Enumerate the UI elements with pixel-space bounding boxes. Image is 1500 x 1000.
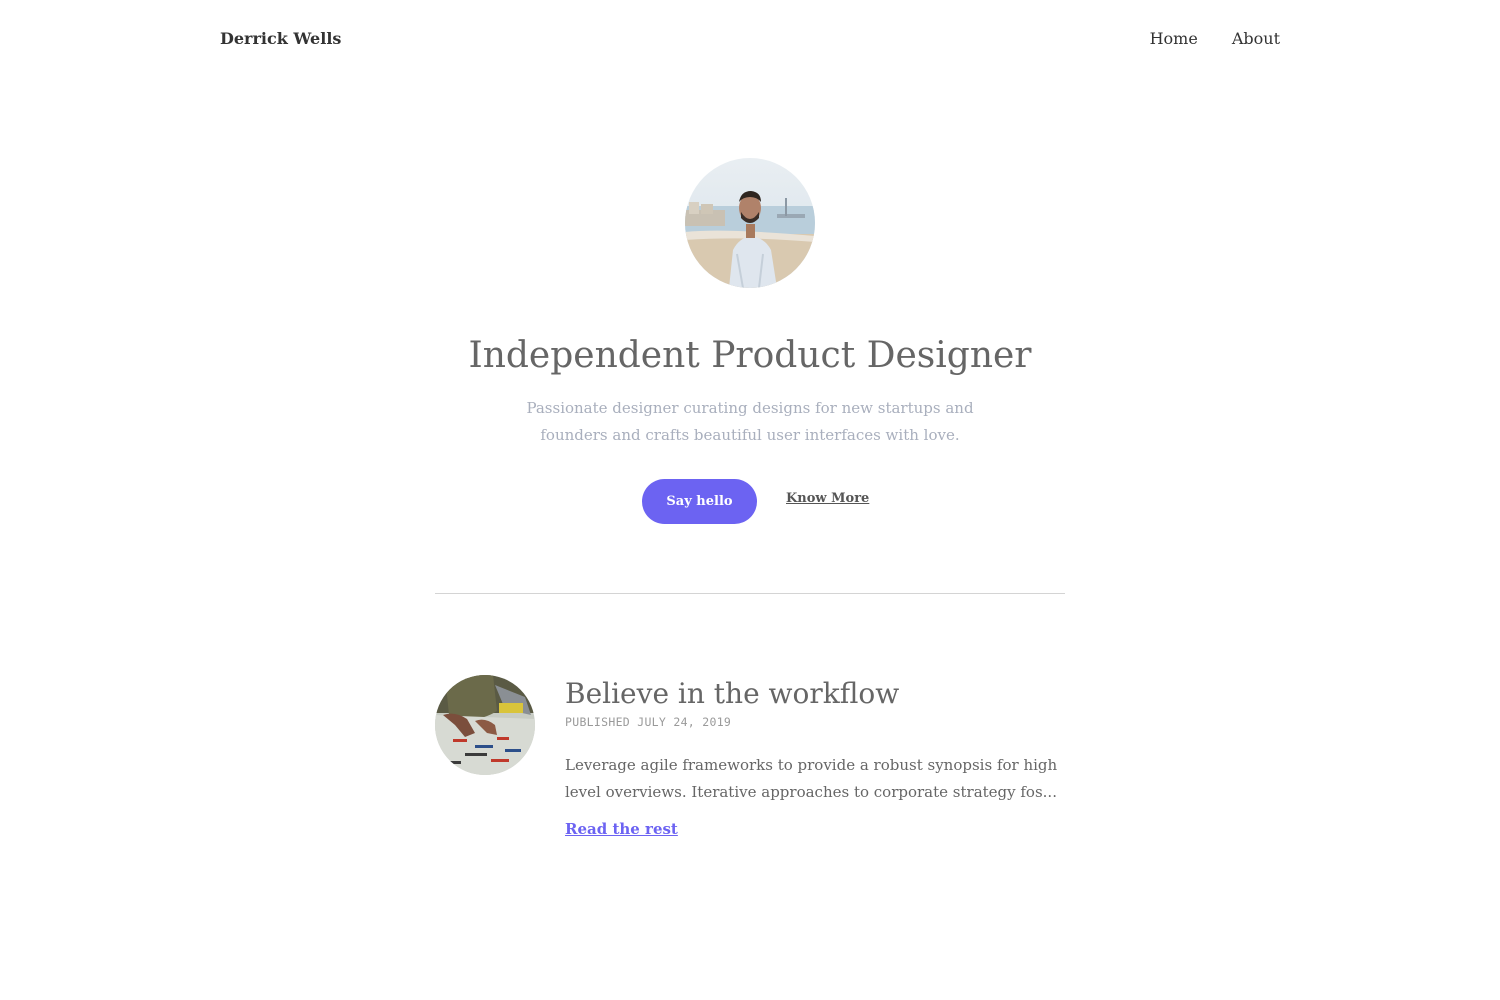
profile-avatar	[685, 158, 815, 288]
hero-subtitle: Passionate designer curating designs for…	[526, 399, 974, 444]
main-nav: Home About	[1150, 29, 1280, 48]
post-date: PUBLISHED JULY 24, 2019	[565, 715, 732, 729]
workshop-photo-icon	[435, 675, 535, 775]
post-thumbnail[interactable]	[435, 675, 535, 775]
post-excerpt: Leverage agile frameworks to provide a r…	[565, 756, 1058, 801]
site-header: Derrick Wells Home About	[0, 0, 1500, 80]
know-more-link[interactable]: Know More	[786, 491, 869, 506]
hero-title: Independent Product Designer	[468, 335, 1032, 376]
brand-link[interactable]: Derrick Wells	[220, 29, 341, 48]
post-title[interactable]: Believe in the workflow	[565, 674, 1065, 714]
nav-home-link[interactable]: Home	[1150, 29, 1198, 48]
say-hello-button[interactable]: Say hello	[642, 479, 757, 524]
read-the-rest-link[interactable]: Read the rest	[565, 820, 678, 838]
portrait-photo-icon	[685, 158, 815, 288]
post-body: Believe in the workflow PUBLISHED JULY 2…	[565, 674, 1065, 838]
section-divider	[435, 593, 1065, 594]
nav-about-link[interactable]: About	[1232, 29, 1280, 48]
